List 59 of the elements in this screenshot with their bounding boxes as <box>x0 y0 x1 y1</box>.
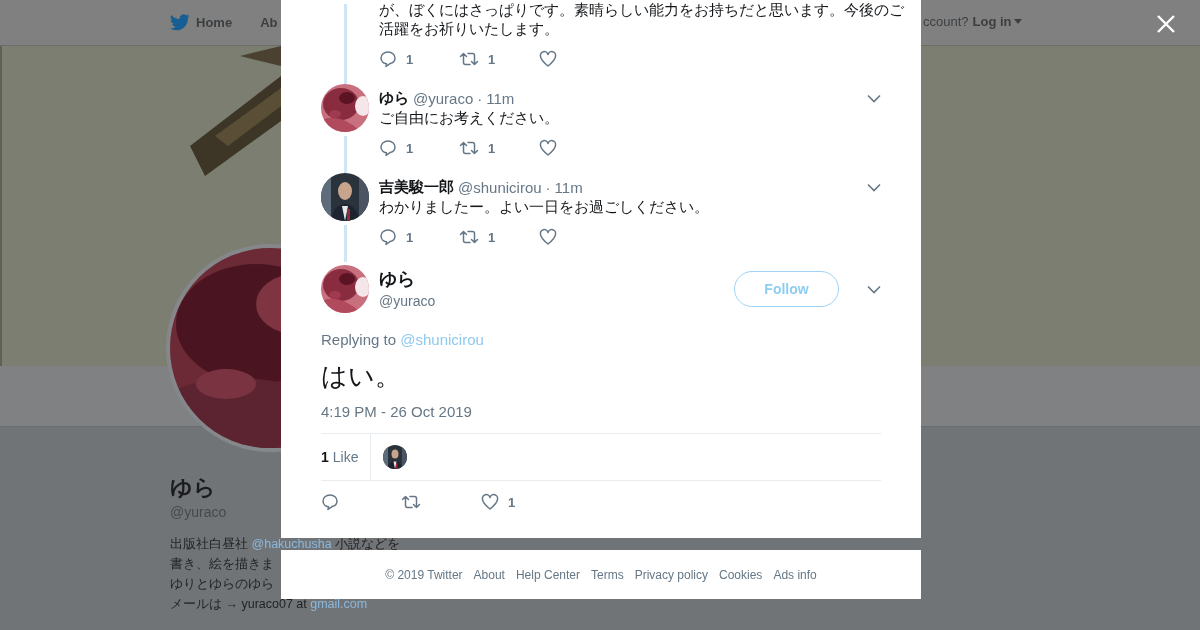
tweet-text: が、ぼくにはさっぱりです。素晴らしい能力をお持ちだと思います。今後のご 活躍をお祈りいたします。 <box>379 0 904 38</box>
nav-link[interactable]: Home <box>170 14 233 31</box>
action-count: 1 <box>406 51 414 67</box>
bio-line: メールは → yuraco07 at gmail.com <box>170 598 368 610</box>
close-icon[interactable] <box>1156 14 1176 34</box>
action-count: 1 <box>488 140 496 156</box>
retweet-icon[interactable] <box>459 228 479 246</box>
like-count[interactable]: 1 <box>321 449 329 465</box>
tweet-time[interactable]: 11m <box>554 178 583 196</box>
heart-icon[interactable] <box>539 139 557 157</box>
footer-link[interactable]: About <box>473 567 505 582</box>
chevron-down-icon[interactable] <box>867 182 881 192</box>
author-handle[interactable]: @shunicirou <box>458 178 542 196</box>
author-handle[interactable]: @yuraco <box>379 291 724 311</box>
bird-icon <box>170 14 190 31</box>
replying-to-text: Replying to @shunicirou <box>321 330 485 350</box>
chevron-down-icon[interactable] <box>867 93 881 103</box>
separator-dot: · <box>545 178 551 196</box>
reply-icon[interactable] <box>321 493 339 511</box>
tweet-text: わかりましたー。よい一日をお過ごしください。 <box>379 197 709 216</box>
action-count: 1 <box>488 229 496 245</box>
account-prompt: ccount? <box>923 14 969 29</box>
bio-line: 出版社白昼社 @hakuchusha 小説などを <box>170 538 401 550</box>
bio-line: ゆりとゆらのゆら <box>170 578 274 590</box>
author-name[interactable]: ゆら <box>379 267 724 291</box>
heart-icon[interactable] <box>539 228 557 246</box>
caret-icon <box>1013 19 1022 24</box>
retweet-icon[interactable] <box>459 50 479 68</box>
retweet-icon[interactable] <box>459 139 479 157</box>
action-count: 1 <box>508 494 516 510</box>
bio-line: 書き、絵を描きま <box>170 558 274 570</box>
author-handle[interactable]: @yuraco <box>413 89 474 107</box>
footer-link[interactable]: Cookies <box>719 567 763 582</box>
footer-link[interactable]: Ads info <box>773 567 817 582</box>
footer-link[interactable]: Help Center <box>515 567 580 582</box>
heart-icon[interactable] <box>539 50 557 68</box>
login-link[interactable]: Log in <box>972 14 1022 29</box>
heart-icon[interactable] <box>481 493 499 511</box>
tweet-time[interactable]: 11m <box>486 89 515 107</box>
separator-dot: · <box>477 89 483 107</box>
action-count: 1 <box>488 51 496 67</box>
nav-link[interactable]: Ab <box>260 15 278 30</box>
tweet-timestamp: 4:19 PM - 26 Oct 2019 <box>321 402 473 422</box>
chevron-down-icon[interactable] <box>867 284 881 294</box>
author-name[interactable]: 吉美駿一郎 <box>379 177 454 197</box>
action-count: 1 <box>406 140 414 156</box>
tweet-text: はい。 <box>321 360 402 393</box>
reply-icon[interactable] <box>379 139 397 157</box>
like-label[interactable]: Like <box>332 449 359 465</box>
reply-icon[interactable] <box>379 50 397 68</box>
reply-icon[interactable] <box>379 228 397 246</box>
footer-link[interactable]: Privacy policy <box>634 567 708 582</box>
profile-name: ゆら <box>170 474 216 502</box>
footer-link[interactable]: © 2019 Twitter <box>385 567 463 582</box>
author-name[interactable]: ゆら <box>379 88 409 108</box>
action-count: 1 <box>406 229 414 245</box>
retweet-icon[interactable] <box>401 493 421 511</box>
footer-link[interactable]: Terms <box>591 567 624 582</box>
tweet-text: ご自由にお考えください。 <box>379 108 559 127</box>
